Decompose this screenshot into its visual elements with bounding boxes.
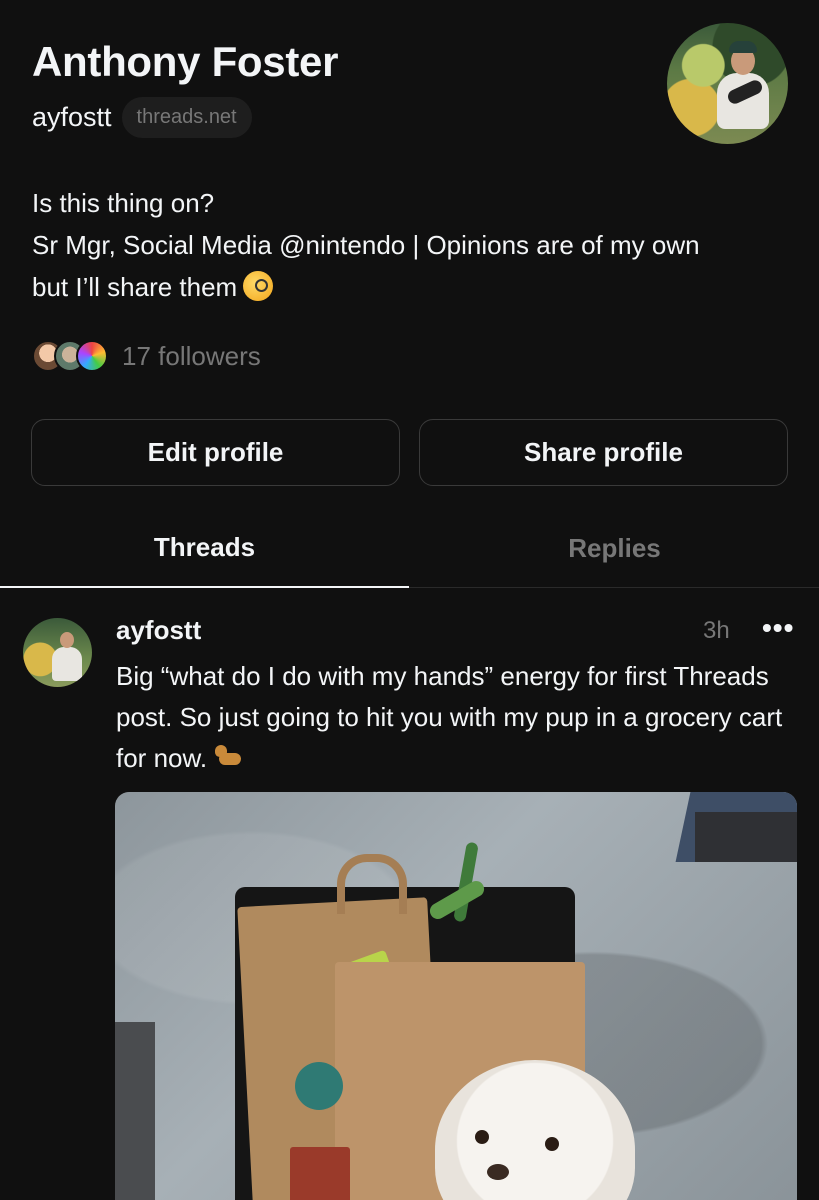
post-author-avatar[interactable] (23, 618, 92, 687)
profile-name: Anthony Foster (32, 38, 339, 85)
post-body: Big “what do I do with my hands” energy … (116, 656, 796, 779)
photo-dog-eye (545, 1137, 559, 1151)
profile-tabs: Threads Replies (0, 508, 819, 588)
followers-row[interactable]: 17 followers (32, 340, 261, 372)
photo-box (290, 1147, 350, 1200)
bio-line-3-text: but I’ll share them (32, 272, 238, 302)
tab-replies[interactable]: Replies (410, 508, 819, 588)
tab-threads[interactable]: Threads (0, 508, 409, 588)
photo-dog-nose (487, 1164, 509, 1180)
follower-avatar (76, 340, 108, 372)
profile-avatar[interactable] (667, 23, 788, 144)
bio-line-2: Sr Mgr, Social Media @nintendo | Opinion… (32, 230, 700, 260)
post-author-username[interactable]: ayfostt (116, 615, 201, 646)
bio-line-1: Is this thing on? (32, 188, 215, 218)
avatar-figure-body (717, 73, 769, 129)
post-photo[interactable] (115, 792, 797, 1200)
profile-handle: ayfostt (32, 102, 112, 132)
edit-profile-button[interactable]: Edit profile (31, 419, 400, 486)
photo-dog-eye (475, 1130, 489, 1144)
dog-emoji-icon (213, 743, 247, 773)
avatar-figure-cap (729, 41, 757, 53)
profile-bio: Is this thing on? Sr Mgr, Social Media @… (32, 182, 792, 308)
threads-profile-page: Anthony Foster ayfostt threads.net Is th… (0, 0, 819, 1200)
monocle-face-emoji-icon (243, 271, 274, 301)
avatar-figure-body (52, 647, 82, 681)
bio-line-3: but I’ll share them (32, 266, 792, 308)
photo-detail (695, 812, 797, 862)
photo-bag-handle (337, 854, 407, 914)
more-options-icon[interactable]: ••• (762, 612, 794, 644)
handle-row: ayfostt threads.net (32, 97, 252, 138)
avatar-figure-head (60, 632, 74, 648)
domain-badge[interactable]: threads.net (121, 97, 252, 138)
photo-detail (115, 1022, 155, 1200)
followers-count[interactable]: 17 followers (122, 341, 261, 372)
share-profile-button[interactable]: Share profile (419, 419, 788, 486)
post-timestamp: 3h (703, 617, 730, 644)
photo-bag-logo (295, 1062, 343, 1110)
